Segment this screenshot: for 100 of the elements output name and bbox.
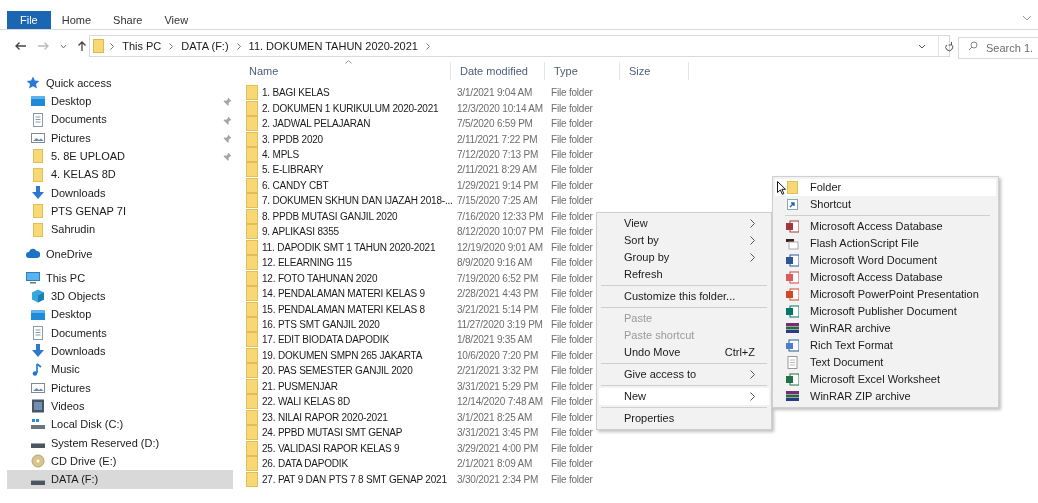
file-name[interactable]: 1. BAGI KELAS [262, 85, 457, 101]
menu-item[interactable]: Undo Move Ctrl+Z [599, 344, 769, 361]
menu-item[interactable]: Give access to [599, 366, 769, 383]
menu-item[interactable]: Rich Text Format [775, 337, 996, 354]
folder-icon [31, 167, 45, 182]
nav-item[interactable]: Documents [7, 323, 233, 343]
ribbon-tab[interactable]: Home [50, 11, 103, 29]
recent-chevron-icon[interactable] [60, 43, 67, 49]
menu-item[interactable]: Microsoft Excel Worksheet [775, 371, 996, 388]
back-arrow-icon[interactable] [14, 41, 27, 51]
dropdown-chevron-icon[interactable] [918, 44, 927, 49]
menu-item[interactable]: Refresh [599, 266, 769, 283]
date-modified: 1/29/2021 9:14 PM [457, 178, 540, 193]
ribbon-tab[interactable]: Share [102, 11, 154, 29]
file-name[interactable]: 24. PPBD MUTASI SMT GENAP [262, 425, 457, 441]
ribbon-tab[interactable]: File [7, 11, 51, 29]
nav-item[interactable]: CD Drive (E:) [7, 451, 233, 471]
menu-item[interactable]: Microsoft Access Database [775, 269, 996, 286]
breadcrumb[interactable]: DATA (F:) [179, 37, 231, 55]
file-name[interactable]: 20. PAS SEMESTER GANJIL 2020 [262, 363, 457, 379]
file-name[interactable]: 23. NILAI RAPOR 2020-2021 [262, 409, 457, 425]
nav-item[interactable]: Downloads [7, 183, 233, 203]
file-name[interactable]: 26. DATA DAPODIK [262, 456, 457, 472]
nav-item[interactable]: OneDrive [7, 244, 233, 263]
file-name[interactable]: 14. PENDALAMAN MATERI KELAS 9 [262, 286, 457, 302]
menu-item[interactable]: Microsoft Publisher Document [775, 303, 996, 320]
folder-icon [246, 286, 258, 302]
picture-icon [31, 380, 45, 395]
file-name[interactable]: 17. EDIT BIODATA DAPODIK [262, 332, 457, 348]
nav-item[interactable]: Videos [7, 397, 233, 416]
column-header[interactable]: Name [240, 62, 451, 80]
ribbon-expand-icon[interactable] [1022, 15, 1032, 21]
file-name[interactable]: 6. CANDY CBT [262, 177, 457, 193]
menu-item[interactable]: Customize this folder... [599, 288, 769, 305]
file-type: File folder [551, 379, 593, 394]
file-name[interactable]: 22. WALI KELAS 8D [262, 394, 457, 410]
menu-item[interactable]: Microsoft Access Database [775, 218, 996, 235]
search-field[interactable]: Search 1. [958, 37, 1038, 59]
nav-item[interactable]: Local Disk (C:) [7, 415, 233, 434]
file-name[interactable]: 25. VALIDASI RAPOR KELAS 9 [262, 440, 457, 456]
column-header[interactable]: Date modified [451, 62, 545, 80]
menu-item[interactable]: Folder [775, 179, 996, 196]
file-name[interactable]: 19. DOKUMEN SMPN 265 JAKARTA [262, 347, 457, 363]
nav-item[interactable]: PTS GENAP 7I [7, 202, 233, 221]
column-header[interactable]: Size [620, 62, 689, 80]
breadcrumb-chevron-icon[interactable] [236, 42, 241, 50]
nav-item[interactable]: 5. 8E UPLOAD [7, 147, 233, 166]
menu-item[interactable]: Microsoft PowerPoint Presentation [775, 286, 996, 303]
nav-item[interactable]: Sahrudin [7, 220, 233, 239]
file-name[interactable]: 4. MPLS [262, 147, 457, 163]
file-name[interactable]: 21. PUSMENJAR [262, 378, 457, 394]
nav-item[interactable]: Music [7, 360, 233, 379]
refresh-icon[interactable] [944, 41, 955, 52]
file-name[interactable]: 2. JADWAL PELAJARAN [262, 116, 457, 132]
file-name[interactable]: 5. E-LIBRARY [262, 162, 457, 178]
nav-item[interactable]: Pictures [7, 378, 233, 398]
file-type: File folder [551, 410, 593, 425]
menu-item[interactable]: Text Document [775, 354, 996, 371]
nav-item[interactable]: Downloads [7, 342, 233, 361]
nav-item[interactable]: This PC [7, 268, 233, 288]
nav-item[interactable]: 3D Objects [7, 287, 233, 306]
nav-item[interactable]: 4. KELAS 8D [7, 165, 233, 184]
nav-item[interactable]: Desktop [7, 92, 233, 111]
file-name[interactable]: 3. PPDB 2020 [262, 131, 457, 147]
file-name[interactable]: 16. PTS SMT GANJIL 2020 [262, 317, 457, 332]
nav-item[interactable]: Desktop [7, 305, 233, 324]
menu-item[interactable]: WinRAR archive [775, 320, 996, 337]
file-name[interactable]: 2. DOKUMEN 1 KURIKULUM 2020-2021 [262, 100, 457, 116]
breadcrumb-chevron-icon[interactable] [110, 42, 115, 50]
up-arrow-icon[interactable] [77, 40, 87, 52]
menu-item[interactable]: Flash ActionScript File [775, 235, 996, 252]
breadcrumb[interactable]: 11. DOKUMEN TAHUN 2020-2021 [246, 37, 420, 55]
breadcrumb-chevron-icon[interactable] [169, 42, 174, 50]
menu-item[interactable]: New [599, 388, 769, 405]
ribbon-tab[interactable]: View [153, 11, 200, 29]
nav-item[interactable]: Quick access [7, 74, 233, 93]
breadcrumb-chevron-icon[interactable] [425, 42, 430, 50]
menu-item[interactable]: Sort by [599, 232, 769, 249]
nav-item[interactable]: Documents [7, 110, 233, 129]
column-header[interactable]: Type [545, 62, 620, 80]
file-name[interactable]: 8. PPDB MUTASI GANJIL 2020 [262, 208, 457, 224]
nav-item[interactable]: Pictures [7, 128, 233, 148]
menu-item[interactable]: Properties [599, 410, 769, 427]
breadcrumb[interactable]: This PC [120, 37, 164, 55]
date-modified: 3/21/2021 5:14 PM [457, 302, 540, 317]
file-name[interactable]: 15. PENDALAMAN MATERI KELAS 8 [262, 301, 457, 317]
file-name[interactable]: 9. APLIKASI 8355 [262, 224, 457, 240]
database-icon [786, 220, 799, 233]
menu-item[interactable]: Shortcut [775, 196, 996, 213]
file-name[interactable]: 7. DOKUMEN SKHUN DAN IJAZAH 2018-... [262, 193, 457, 209]
file-name[interactable]: 11. DAPODIK SMT 1 TAHUN 2020-2021 [262, 239, 457, 255]
nav-item[interactable]: System Reserved (D:) [7, 433, 233, 452]
file-name[interactable]: 12. FOTO TAHUNAN 2020 [262, 270, 457, 286]
menu-item[interactable]: Group by [599, 249, 769, 266]
nav-item[interactable]: DATA (F:) [7, 470, 233, 489]
file-name[interactable]: 27. PAT 9 DAN PTS 7 8 SMT GENAP 2021 [262, 471, 457, 487]
menu-item[interactable]: WinRAR ZIP archive [775, 388, 996, 405]
menu-item[interactable]: Microsoft Word Document [775, 252, 996, 269]
menu-item[interactable]: View [599, 215, 769, 232]
file-name[interactable]: 12. ELEARNING 115 [262, 255, 457, 271]
